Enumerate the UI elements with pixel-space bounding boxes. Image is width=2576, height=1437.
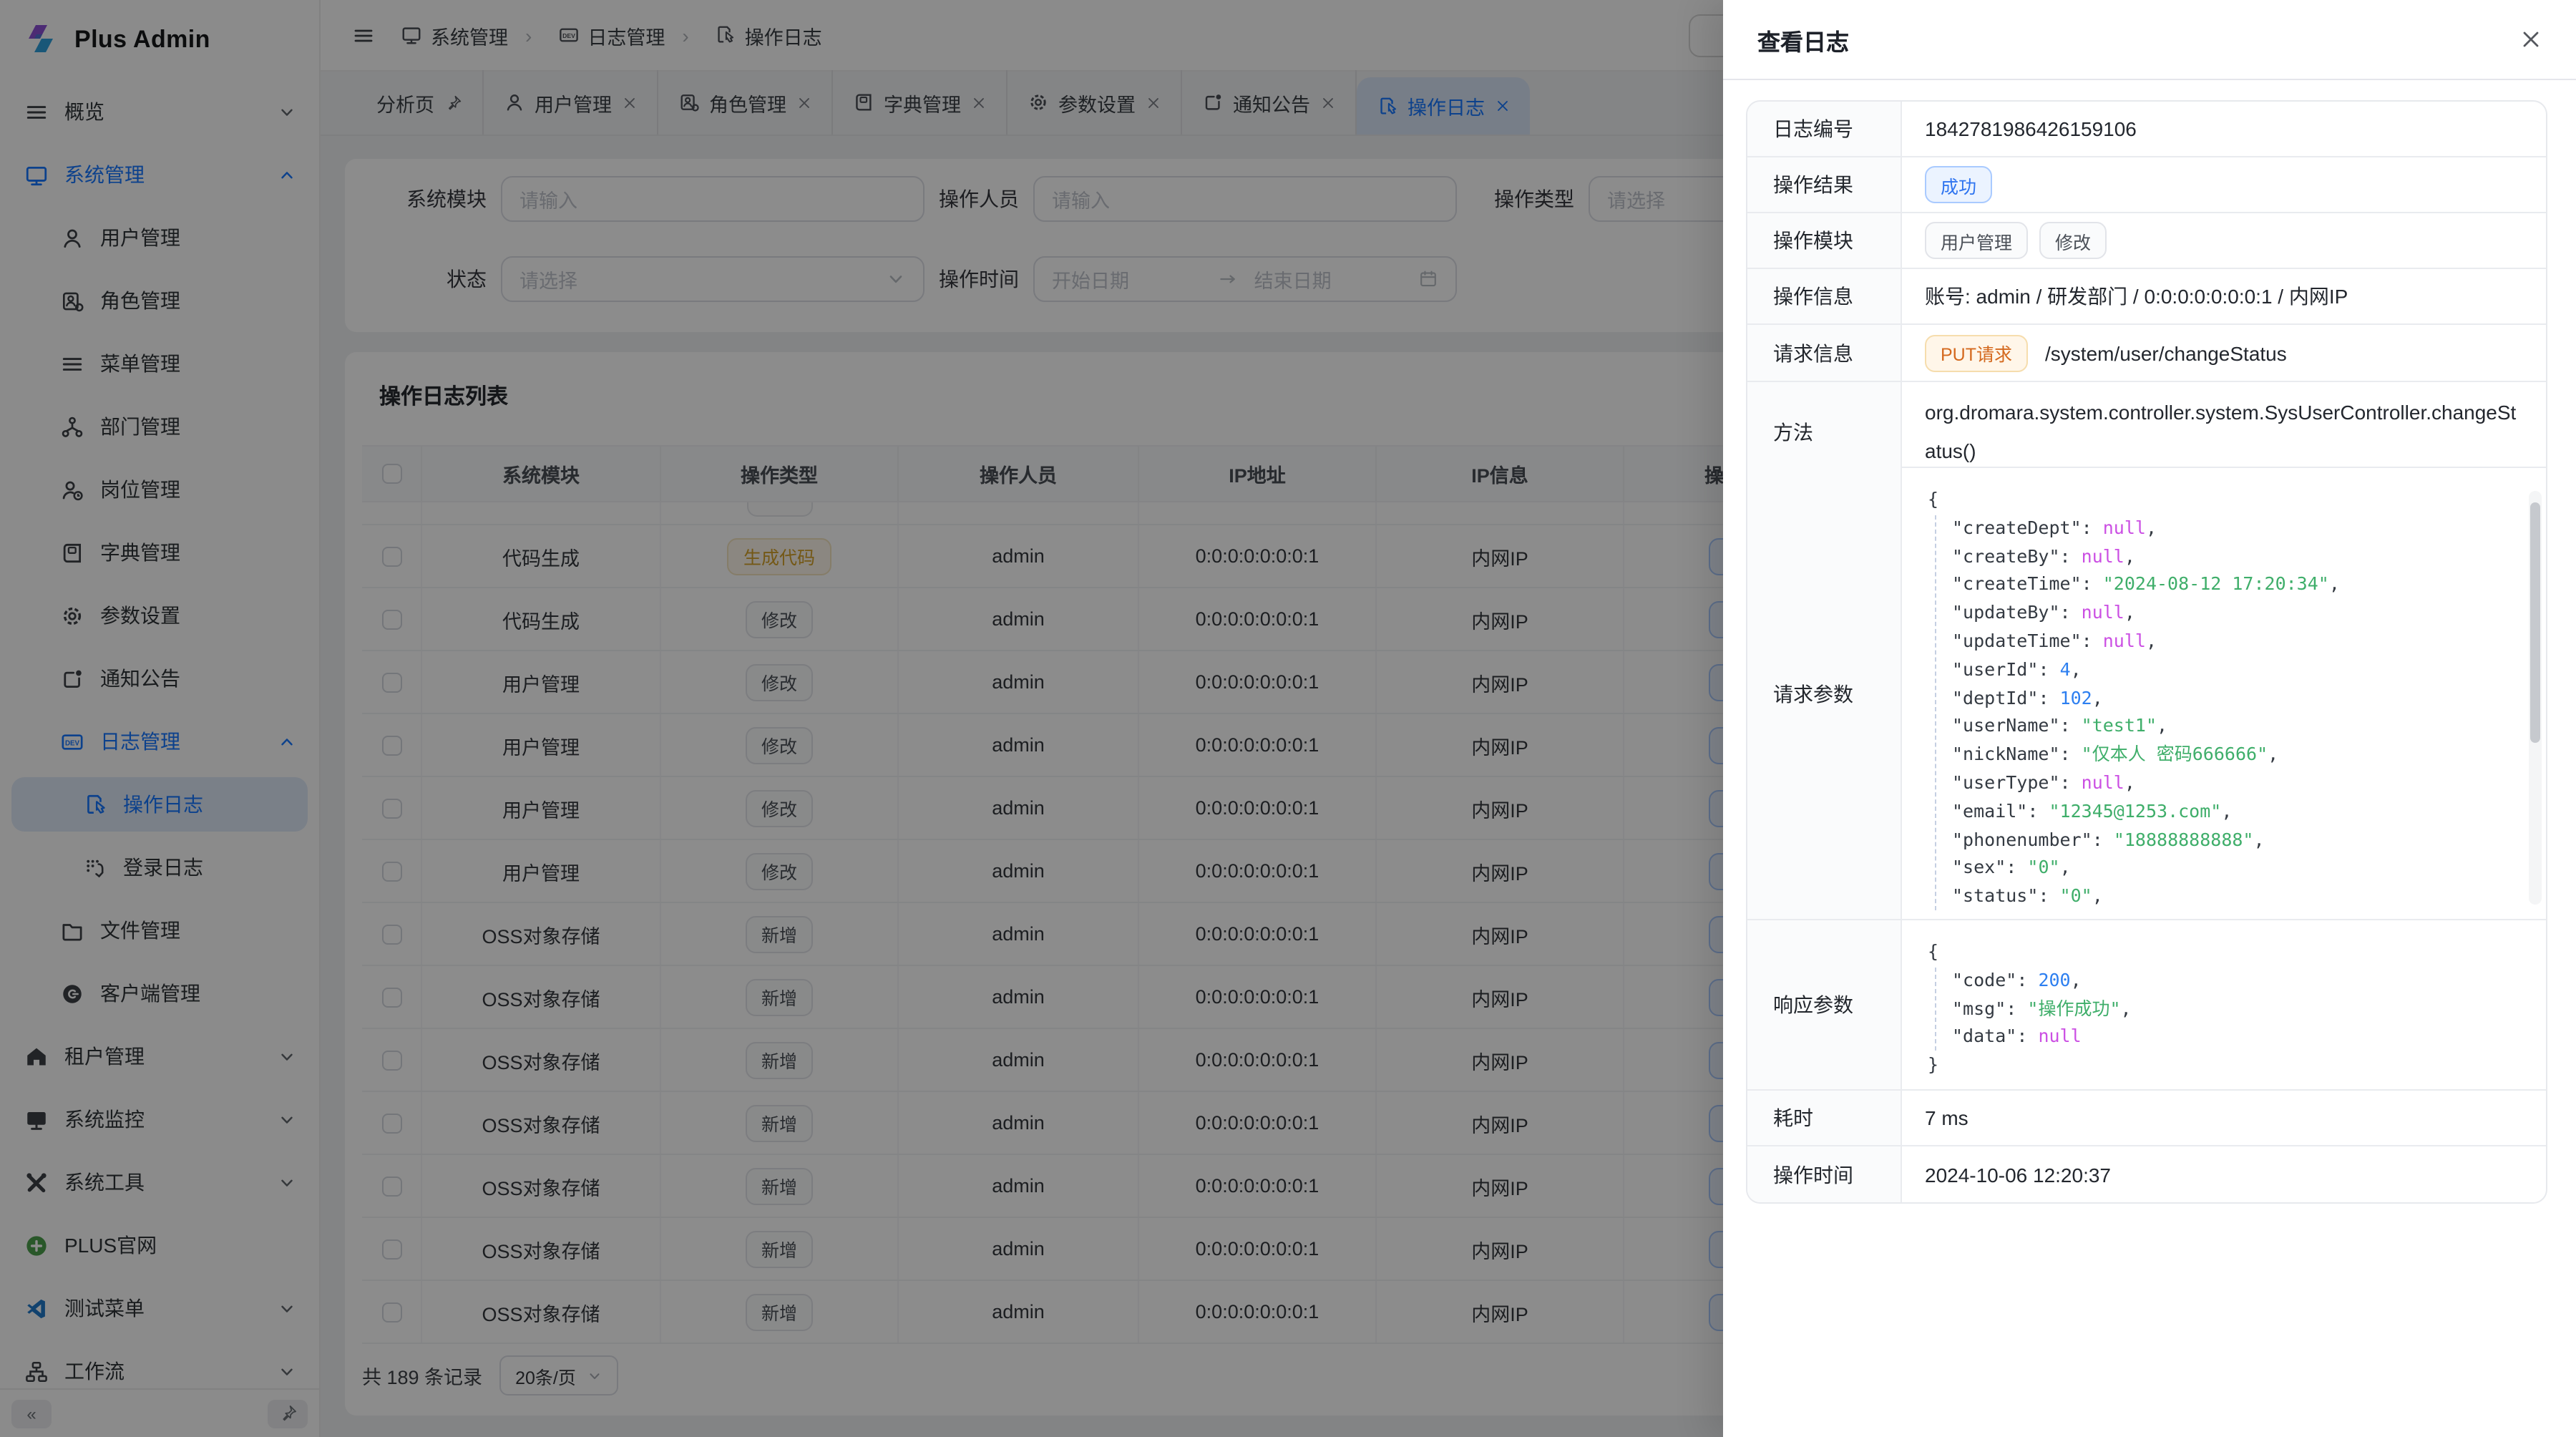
- field-label: 耗时: [1747, 1091, 1902, 1145]
- method-value: org.dromara.system.controller.system.Sys…: [1925, 382, 2526, 481]
- field-label: 方法: [1747, 382, 1902, 481]
- json-line: "nickName": "仅本人 密码666666",: [1928, 740, 2526, 769]
- field-label: 操作模块: [1747, 213, 1902, 268]
- app-window: Plus Admin 概览 系统管理 用户管理: [0, 0, 2576, 1437]
- module-tag: 修改: [2039, 222, 2107, 259]
- json-line: "email": "12345@1253.com",: [1928, 797, 2526, 826]
- drawer-header: 查看日志: [1723, 0, 2576, 80]
- drawer-title: 查看日志: [1757, 22, 1849, 57]
- json-line: "updateBy": null,: [1928, 598, 2526, 627]
- json-line: "userId": 4,: [1928, 656, 2526, 684]
- json-line: "createDept": null,: [1928, 514, 2526, 542]
- field-label: 操作结果: [1747, 157, 1902, 212]
- http-method-tag: PUT请求: [1925, 334, 2028, 371]
- log-id-value: 1842781986426159106: [1902, 102, 2546, 156]
- indent-guide: [1935, 515, 1936, 910]
- request-url: /system/user/changeStatus: [2045, 341, 2287, 364]
- response-params-json: {"code": 200,"msg": "操作成功","data": null}: [1925, 920, 2526, 1079]
- json-line: "userType": null,: [1928, 769, 2526, 797]
- operation-info-value: 账号: admin / 研发部门 / 0:0:0:0:0:0:0:1 / 内网I…: [1902, 269, 2546, 323]
- json-line: }: [1928, 1051, 2526, 1079]
- field-label: 请求参数: [1747, 468, 1902, 919]
- json-line: "sex": "0",: [1928, 854, 2526, 882]
- view-log-drawer: 查看日志 日志编号 1842781986426159106 操作结果 成功 操作…: [1723, 0, 2576, 1437]
- indent-guide: [1935, 968, 1936, 1051]
- json-line: "updateTime": null,: [1928, 627, 2526, 656]
- json-line: "createTime": "2024-08-12 17:20:34",: [1928, 570, 2526, 599]
- module-tag: 用户管理: [1925, 222, 2028, 259]
- field-label: 操作信息: [1747, 269, 1902, 323]
- json-line: {: [1928, 937, 2526, 966]
- close-icon[interactable]: [2520, 29, 2542, 50]
- operation-time-value: 2024-10-06 12:20:37: [1902, 1146, 2546, 1202]
- field-label: 请求信息: [1747, 325, 1902, 381]
- json-line: "deptId": 102,: [1928, 683, 2526, 712]
- json-line: {: [1928, 485, 2526, 514]
- json-line: "msg": "操作成功",: [1928, 994, 2526, 1023]
- json-line: "createBy": null,: [1928, 542, 2526, 570]
- field-label: 日志编号: [1747, 102, 1902, 156]
- json-line: "code": 200,: [1928, 966, 2526, 995]
- result-tag: 成功: [1925, 166, 1992, 203]
- field-label: 响应参数: [1747, 920, 1902, 1089]
- json-line: "status": "0",: [1928, 882, 2526, 910]
- json-line: "userName": "test1",: [1928, 712, 2526, 741]
- scrollbar-thumb[interactable]: [2530, 502, 2540, 743]
- log-detail-table: 日志编号 1842781986426159106 操作结果 成功 操作模块 用户…: [1746, 100, 2547, 1204]
- json-line: "data": null: [1928, 1023, 2526, 1051]
- json-line: "phonenumber": "18888888888",: [1928, 825, 2526, 854]
- request-params-json: {"createDept": null,"createBy": null,"cr…: [1925, 468, 2526, 910]
- cost-value: 7 ms: [1902, 1091, 2546, 1145]
- field-label: 操作时间: [1747, 1146, 1902, 1202]
